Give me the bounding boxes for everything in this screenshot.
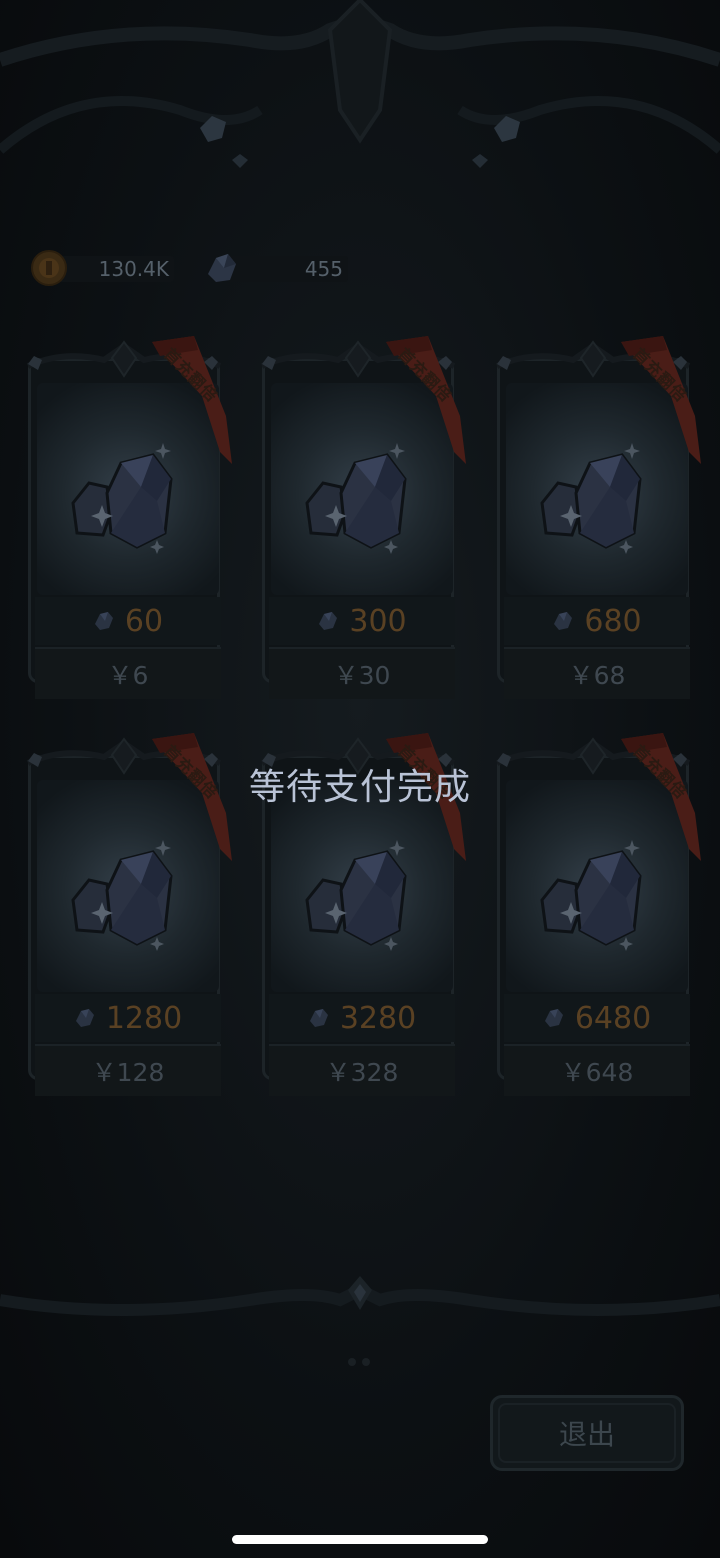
page-indicator [348,1358,370,1366]
price-button[interactable]: ￥648 [504,1044,690,1096]
price-label: ￥128 [91,1058,165,1087]
first-charge-double-ribbon: 首充翻倍 [376,336,466,476]
page-dot [362,1358,370,1366]
gem-quantity-value: 1280 [105,1000,183,1036]
gem-icon [75,1009,94,1027]
gem-icon [309,1009,328,1027]
gem-quantity-value: 60 [124,603,164,639]
price-label: ￥6 [107,661,149,690]
gem-currency: 455 [204,250,349,286]
bottom-ornament-frame [0,1276,720,1316]
gem-quantity-value: 680 [584,603,642,639]
gem-quantity-value: 300 [349,603,407,639]
gem-quantity: 3280 [269,994,455,1042]
price-label: ￥328 [325,1058,399,1087]
gold-currency: 130.4K [30,250,175,286]
exit-button-label: 退出 [558,1418,615,1451]
gem-icon [554,612,573,630]
waiting-payment-message: 等待支付完成 [248,767,471,808]
gem-quantity: 300 [269,597,455,645]
price-button[interactable]: ￥6 [35,647,221,699]
gem-icon [208,254,236,282]
first-charge-double-ribbon: 首充翻倍 [611,336,701,476]
gem-quantity: 60 [35,597,221,645]
price-button[interactable]: ￥128 [35,1044,221,1096]
gem-pack-card[interactable]: 60 ￥6 首充翻倍 [24,336,232,699]
gold-amount: 130.4K [98,257,169,281]
gem-icon [544,1009,563,1027]
page-dot [348,1358,356,1366]
gem-amount: 455 [304,257,343,281]
price-button[interactable]: ￥68 [504,647,690,699]
gem-quantity: 6480 [504,994,690,1042]
gold-coin-icon [31,250,67,286]
gem-icon [94,612,113,630]
price-label: ￥30 [333,661,391,690]
price-label: ￥68 [568,661,626,690]
first-charge-double-ribbon: 首充翻倍 [142,336,232,476]
price-button[interactable]: ￥30 [269,647,455,699]
gem-pack-card[interactable]: 680 ￥68 首充翻倍 [493,336,701,699]
gem-quantity: 1280 [35,994,221,1042]
gem-quantity-value: 3280 [339,1000,417,1036]
price-button[interactable]: ￥328 [269,1044,455,1096]
gem-quantity: 680 [504,597,690,645]
gem-quantity-value: 6480 [574,1000,652,1036]
top-ornament-frame [0,0,720,168]
price-label: ￥648 [560,1058,634,1087]
gem-pack-card[interactable]: 300 ￥30 首充翻倍 [258,336,466,699]
gem-icon [319,612,338,630]
exit-button[interactable]: 退出 [490,1395,684,1471]
home-indicator[interactable] [232,1535,488,1544]
